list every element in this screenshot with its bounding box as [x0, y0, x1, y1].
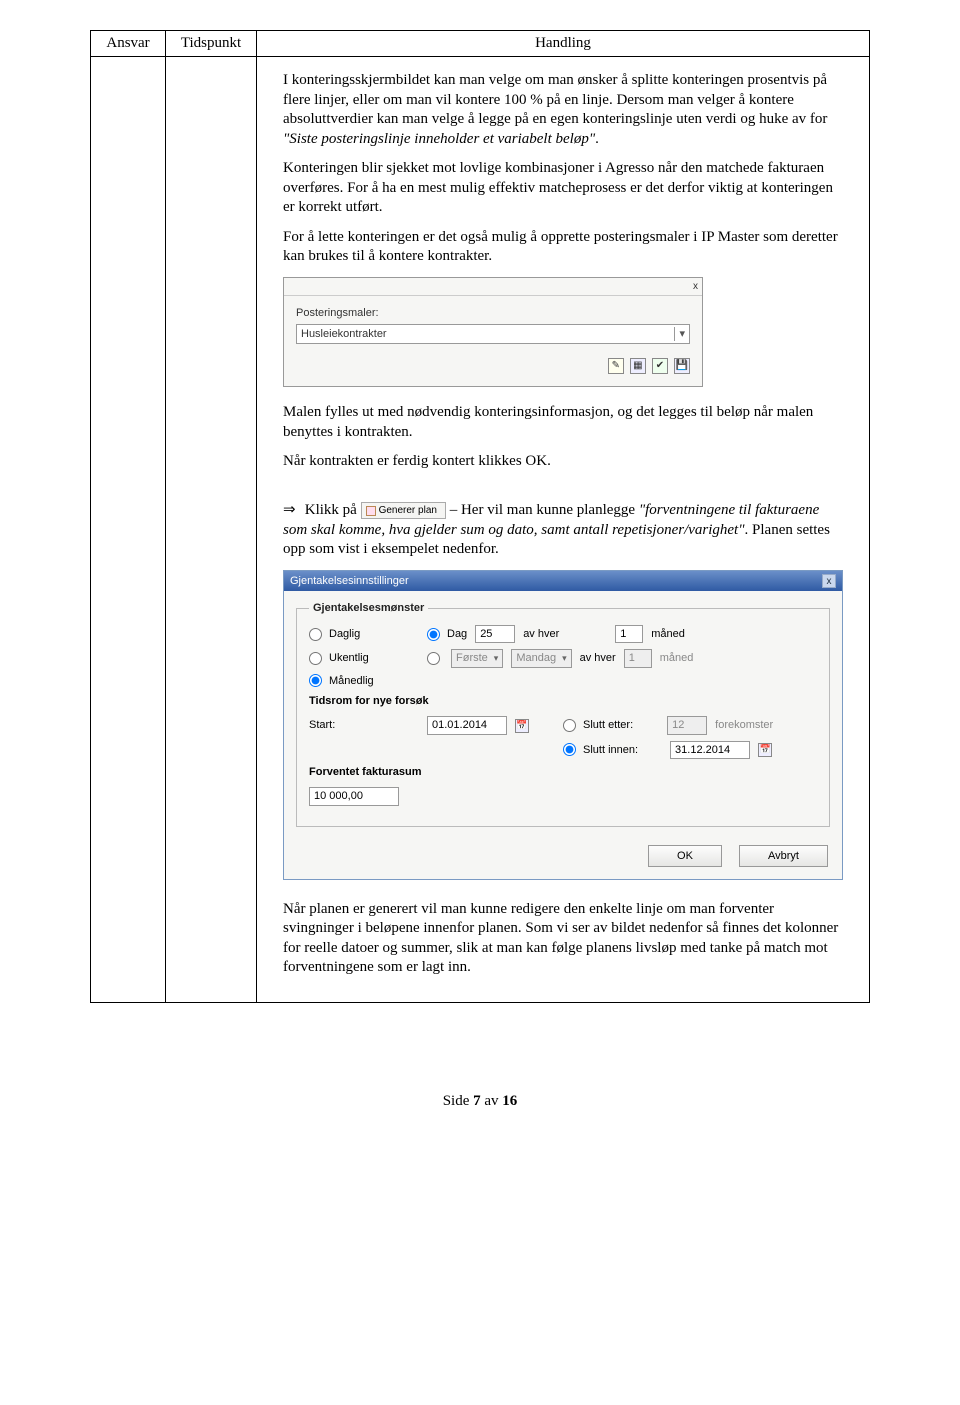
chevron-down-icon: ▾	[674, 327, 685, 341]
input-slutt-etter-value: 12	[667, 716, 707, 734]
paragraph-2: Konteringen blir sjekket mot lovlige kom…	[283, 159, 843, 218]
label-dag: Dag	[447, 627, 467, 641]
cell-tidspunkt	[166, 57, 257, 1003]
tidsrom-heading: Tidsrom for nye forsøk	[309, 694, 817, 708]
label-maned: måned	[651, 627, 685, 641]
paragraph-3: For å lette konteringen er det også muli…	[283, 228, 843, 267]
paragraph-1: I konteringsskjermbildet kan man velge o…	[283, 71, 843, 149]
label-maned2: måned	[660, 651, 694, 665]
main-table: Ansvar Tidspunkt Handling I konteringssk…	[90, 30, 870, 1003]
cell-handling: I konteringsskjermbildet kan man velge o…	[257, 57, 870, 1003]
label-avhver: av hver	[523, 627, 559, 641]
input-start-date[interactable]: 01.01.2014	[427, 716, 507, 734]
header-ansvar: Ansvar	[91, 31, 166, 57]
select-mandag[interactable]: Mandag▾	[511, 649, 571, 667]
posteringsmaler-panel: x Posteringsmaler: Husleiekontrakter ▾ ✎…	[283, 277, 703, 388]
header-handling: Handling	[257, 31, 870, 57]
dialog-title: Gjentakelsesinnstillinger	[290, 574, 409, 588]
dialog-close-icon[interactable]: x	[822, 574, 836, 588]
paragraph-5: Når kontrakten er ferdig kontert klikkes…	[283, 452, 843, 472]
radio-slutt-innen[interactable]	[563, 743, 576, 756]
ok-button[interactable]: OK	[648, 845, 722, 867]
radio-alt[interactable]	[427, 652, 440, 665]
header-tidspunkt: Tidspunkt	[166, 31, 257, 57]
paragraph-7: Når planen er generert vil man kunne red…	[283, 900, 843, 978]
input-slutt-innen-date[interactable]: 31.12.2014	[670, 741, 750, 759]
avbryt-button[interactable]: Avbryt	[739, 845, 828, 867]
chevron-down-icon: ▾	[562, 653, 567, 665]
paragraph-6: ⇒ Klikk på Generer plan – Her vil man ku…	[283, 501, 843, 560]
page-footer: Side 7 av 16	[90, 1093, 870, 1110]
forventet-heading: Forventet fakturasum	[309, 765, 817, 779]
toolbar-icon-1[interactable]: ✎	[608, 358, 624, 374]
gjentakelse-dialog: Gjentakelsesinnstillinger x Gjentakelses…	[283, 570, 843, 880]
gjentakelsesmonster-legend: Gjentakelsesmønster	[309, 601, 428, 615]
input-fakturasum[interactable]: 10 000,00	[309, 787, 399, 805]
radio-dag[interactable]	[427, 628, 440, 641]
posteringsmaler-select[interactable]: Husleiekontrakter ▾	[296, 324, 690, 344]
radio-ukentlig[interactable]	[309, 652, 322, 665]
calendar-icon[interactable]: 📅	[758, 743, 772, 757]
input-avhver-value[interactable]: 1	[615, 625, 643, 643]
radio-manedlig[interactable]	[309, 674, 322, 687]
label-start: Start:	[309, 718, 335, 732]
label-avhver2: av hver	[580, 651, 616, 665]
gjentakelsesmonster-fieldset: Gjentakelsesmønster Daglig Dag 25	[296, 601, 830, 827]
label-slutt-etter: Slutt etter:	[583, 718, 633, 732]
toolbar-icon-4[interactable]: 💾	[674, 358, 690, 374]
chevron-down-icon: ▾	[494, 653, 499, 665]
label-slutt-innen: Slutt innen:	[583, 743, 638, 757]
posteringsmaler-value: Husleiekontrakter	[301, 327, 387, 341]
label-manedlig: Månedlig	[329, 674, 374, 688]
label-ukentlig: Ukentlig	[329, 651, 369, 665]
toolbar-icon-2[interactable]: ▦	[630, 358, 646, 374]
label-forekomster: forekomster	[715, 718, 773, 732]
dialog-titlebar: Gjentakelsesinnstillinger x	[284, 571, 842, 591]
radio-daglig[interactable]	[309, 628, 322, 641]
input-dag-value[interactable]: 25	[475, 625, 515, 643]
calendar-icon[interactable]: 📅	[515, 719, 529, 733]
panel-close-icon[interactable]: x	[284, 278, 702, 296]
select-forste[interactable]: Første▾	[451, 649, 503, 667]
posteringsmaler-label: Posteringsmaler:	[296, 306, 690, 320]
arrow-bullet-icon: ⇒	[283, 501, 301, 521]
radio-slutt-etter[interactable]	[563, 719, 576, 732]
toolbar-icon-3[interactable]: ✔	[652, 358, 668, 374]
cell-ansvar	[91, 57, 166, 1003]
label-daglig: Daglig	[329, 627, 360, 641]
input-avhver2-value: 1	[624, 649, 652, 667]
paragraph-4: Malen fylles ut med nødvendig konterings…	[283, 403, 843, 442]
generer-plan-icon	[366, 506, 376, 516]
generer-plan-button[interactable]: Generer plan	[361, 502, 446, 519]
